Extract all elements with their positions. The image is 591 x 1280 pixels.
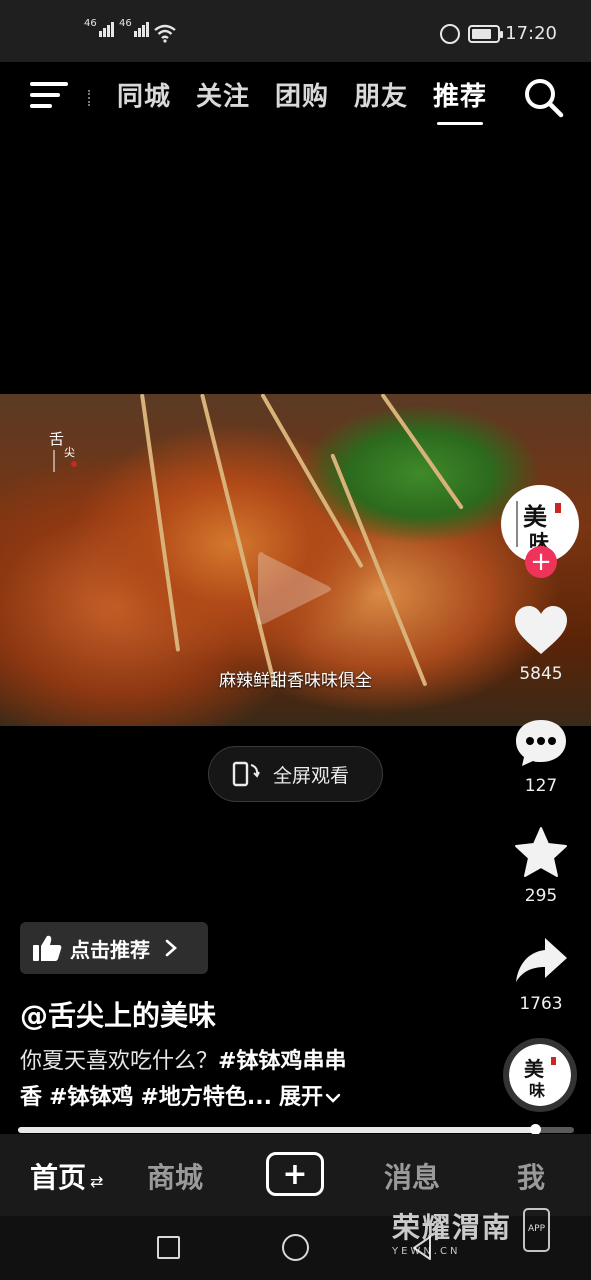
top-nav: 同城 关注 团购 朋友 推荐	[0, 62, 591, 134]
expand-label: 展开	[278, 1085, 323, 1110]
watermark-app-badge: APP	[523, 1208, 550, 1252]
signal-label: 46	[119, 18, 132, 29]
video-player[interactable]: 舌 尖 麻辣鲜甜香味味俱全	[0, 394, 591, 726]
tab-same-city[interactable]: 同城	[117, 76, 171, 113]
rotate-screen-icon	[232, 761, 260, 787]
description-text: 你夏天喜欢吃什么？	[20, 1049, 219, 1074]
battery-icon	[468, 25, 503, 43]
favorite-button[interactable]: 295	[505, 826, 577, 906]
nav-divider	[88, 90, 91, 106]
tab-mall[interactable]: 商城	[147, 1156, 203, 1196]
menu-icon[interactable]	[30, 80, 68, 110]
favorite-count: 295	[524, 886, 558, 906]
follow-button[interactable]: +	[525, 546, 557, 578]
recommend-label: 点击推荐	[70, 937, 150, 962]
wifi-icon	[154, 24, 176, 43]
share-count: 1763	[519, 994, 563, 1014]
signal-icon: 46	[119, 18, 149, 37]
hashtag[interactable]: #钵钵鸡串串	[218, 1049, 346, 1074]
video-subtitle: 麻辣鲜甜香味味俱全	[219, 671, 372, 691]
tab-friends[interactable]: 朋友	[354, 76, 408, 113]
svg-text:尖: 尖	[64, 446, 75, 459]
hashtag[interactable]: #地方特色...	[140, 1085, 272, 1110]
hashtag[interactable]: #钵钵鸡	[49, 1085, 133, 1110]
home-icon[interactable]	[282, 1234, 309, 1261]
svg-text:美: 美	[523, 502, 547, 531]
hashtag-continued[interactable]: 香	[20, 1085, 42, 1110]
star-icon	[515, 827, 567, 877]
play-icon[interactable]	[252, 544, 336, 634]
share-arrow-icon	[516, 938, 567, 982]
tab-recommend[interactable]: 推荐	[433, 76, 487, 113]
like-count: 5845	[519, 664, 563, 684]
heart-icon	[515, 606, 567, 654]
progress-fill	[18, 1127, 536, 1133]
comment-button[interactable]: 127	[505, 716, 577, 796]
like-button[interactable]: 5845	[505, 604, 577, 684]
music-disc-logo: 美 味	[509, 1044, 571, 1106]
recommend-chip[interactable]: 点击推荐	[20, 922, 208, 974]
author-name[interactable]: @舌尖上的美味	[20, 994, 216, 1034]
tab-me[interactable]: 我	[517, 1156, 545, 1196]
video-progress-bar[interactable]	[18, 1124, 574, 1135]
tab-messages[interactable]: 消息	[384, 1156, 440, 1196]
music-disc[interactable]: 美 味	[503, 1038, 577, 1112]
comment-count: 127	[524, 776, 558, 796]
video-description: 你夏天喜欢吃什么？#钵钵鸡串串 香 #钵钵鸡 #地方特色... 展开	[20, 1044, 460, 1116]
svg-text:美: 美	[524, 1057, 545, 1081]
tab-group-buy[interactable]: 团购	[275, 76, 329, 113]
recents-icon[interactable]	[157, 1236, 180, 1259]
tab-home-label: 首页	[30, 1161, 87, 1194]
chevron-down-icon	[325, 1093, 341, 1103]
alarm-icon	[440, 24, 460, 44]
active-tab-indicator	[437, 122, 483, 125]
tab-following[interactable]: 关注	[196, 76, 250, 113]
signal-label: 46	[84, 18, 97, 29]
comment-icon	[516, 720, 566, 766]
signal-icon: 46	[84, 18, 114, 37]
bottom-tab-bar: 首页 ⇄ 商城 + 消息 我	[0, 1134, 591, 1216]
svg-text:味: 味	[529, 1081, 545, 1100]
svg-text:舌: 舌	[49, 430, 64, 448]
search-icon[interactable]	[522, 76, 564, 118]
share-button[interactable]: 1763	[505, 934, 577, 1014]
chevron-right-icon	[165, 939, 177, 957]
fullscreen-button[interactable]: 全屏观看	[208, 746, 383, 802]
tab-home[interactable]: 首页 ⇄	[30, 1156, 103, 1196]
thumbs-up-icon	[33, 935, 62, 961]
create-button[interactable]: +	[266, 1152, 324, 1196]
status-time: 17:20	[505, 23, 557, 44]
swap-icon: ⇄	[90, 1172, 104, 1191]
status-bar: 46 46 17:20	[0, 0, 591, 62]
fullscreen-label: 全屏观看	[273, 764, 350, 787]
video-watermark-logo: 舌 尖	[49, 430, 77, 472]
expand-button[interactable]: 展开	[279, 1085, 341, 1110]
